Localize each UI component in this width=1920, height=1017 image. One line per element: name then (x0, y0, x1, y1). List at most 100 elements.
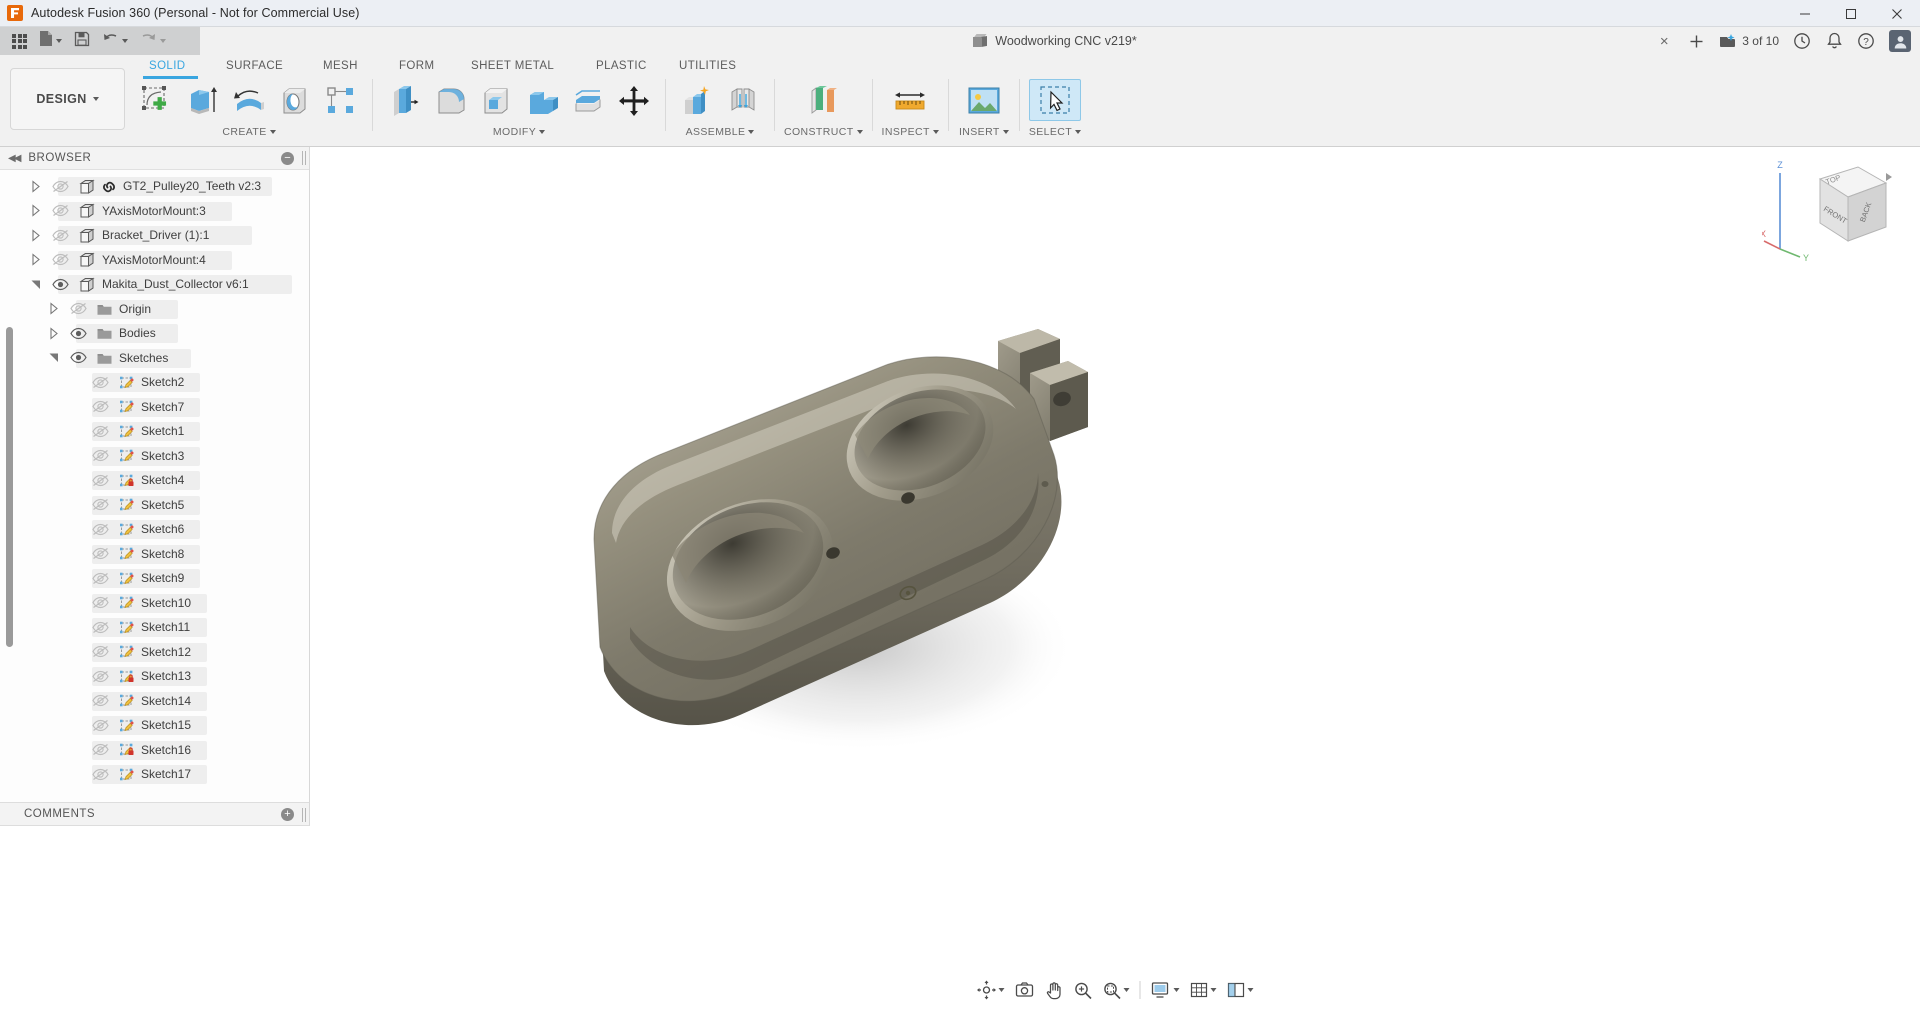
visibility-off-icon[interactable] (52, 253, 69, 266)
tab-utilities[interactable]: UTILITIES (679, 60, 736, 72)
browser-tree-row[interactable]: Sketch10 (0, 591, 309, 616)
new-file-button[interactable] (33, 27, 68, 55)
browser-tree-row[interactable]: Sketch14 (0, 689, 309, 714)
browser-tree-row[interactable]: Sketch16 (0, 738, 309, 763)
browser-options-button[interactable]: − (281, 152, 294, 165)
visibility-off-icon[interactable] (92, 694, 109, 707)
tab-solid[interactable]: SOLID (149, 60, 186, 72)
tab-plastic[interactable]: PLASTIC (596, 60, 647, 72)
account-button[interactable] (1882, 27, 1918, 55)
cube-faces[interactable]: TOP FRONT BACK (1818, 166, 1888, 242)
collapse-icon[interactable]: ◀◀ (8, 153, 21, 164)
visibility-off-icon[interactable] (92, 743, 109, 756)
browser-tree-row[interactable]: Sketch15 (0, 713, 309, 738)
redo-button[interactable] (134, 27, 172, 55)
visibility-off-icon[interactable] (92, 645, 109, 658)
create-group-label[interactable]: CREATE (222, 126, 276, 138)
new-component-button[interactable] (675, 79, 719, 123)
browser-tree-row[interactable]: Sketch3 (0, 444, 309, 469)
browser-tree-row[interactable]: Sketch17 (0, 762, 309, 787)
browser-tree-row[interactable]: Sketch6 (0, 517, 309, 542)
rectangular-pattern-button[interactable] (319, 79, 363, 123)
cad-model-dust-collector[interactable] (590, 327, 1150, 807)
browser-tree-row[interactable]: Sketch8 (0, 542, 309, 567)
visibility-off-icon[interactable] (92, 547, 109, 560)
undo-button[interactable] (96, 27, 134, 55)
construct-group-label[interactable]: CONSTRUCT (784, 126, 863, 138)
visibility-on-icon[interactable] (52, 278, 69, 291)
orbit-button[interactable] (972, 976, 1010, 1004)
add-comment-button[interactable]: + (281, 808, 294, 821)
inspect-group-label[interactable]: INSPECT (882, 126, 939, 138)
create-sketch-button[interactable] (135, 79, 179, 123)
view-cube[interactable]: Z X Y TOP FRONT BACK (1762, 157, 1892, 277)
browser-tree-row[interactable]: Sketch5 (0, 493, 309, 518)
revolve-button[interactable] (227, 79, 271, 123)
zoom-button[interactable] (1069, 976, 1098, 1004)
zoom-window-button[interactable] (1098, 976, 1135, 1004)
select-group-label[interactable]: SELECT (1029, 126, 1082, 138)
insert-group-label[interactable]: INSERT (959, 126, 1009, 138)
browser-tree-row[interactable]: Sketch2 (0, 370, 309, 395)
workspace-selector[interactable]: DESIGN (10, 68, 125, 130)
visibility-off-icon[interactable] (92, 449, 109, 462)
offset-face-button[interactable] (566, 79, 610, 123)
browser-tree-row[interactable]: Sketch9 (0, 566, 309, 591)
fillet-button[interactable] (428, 79, 472, 123)
visibility-off-icon[interactable] (92, 596, 109, 609)
visibility-off-icon[interactable] (52, 204, 69, 217)
visibility-on-icon[interactable] (70, 327, 87, 340)
visibility-off-icon[interactable] (92, 621, 109, 634)
help-button[interactable]: ? (1850, 27, 1882, 55)
shell-button[interactable] (474, 79, 518, 123)
visibility-off-icon[interactable] (52, 229, 69, 242)
browser-tree-row[interactable]: GT2_Pulley20_Teeth v2:3 (0, 174, 309, 199)
pan-button[interactable] (1040, 976, 1069, 1004)
job-status-button[interactable]: 3 of 10 (1712, 27, 1786, 55)
press-pull-button[interactable] (382, 79, 426, 123)
browser-tree-row[interactable]: YAxisMotorMount:4 (0, 248, 309, 273)
recent-activity-button[interactable] (1786, 27, 1818, 55)
extrude-button[interactable] (181, 79, 225, 123)
visibility-off-icon[interactable] (92, 376, 109, 389)
tab-mesh[interactable]: MESH (323, 60, 358, 72)
browser-tree-row[interactable]: Origin (0, 297, 309, 322)
browser-tree-row[interactable]: Sketches (0, 346, 309, 371)
select-button[interactable] (1028, 79, 1081, 121)
visibility-off-icon[interactable] (92, 474, 109, 487)
comments-drag-handle[interactable] (302, 808, 306, 822)
browser-tree-row[interactable]: Makita_Dust_Collector v6:1 (0, 272, 309, 297)
new-document-button[interactable] (1680, 27, 1712, 55)
viewport-canvas[interactable]: Z X Y TOP FRONT BACK (310, 147, 1920, 1017)
browser-tree-row[interactable]: Bodies (0, 321, 309, 346)
viewports-button[interactable] (1222, 976, 1259, 1004)
look-at-button[interactable] (1010, 976, 1040, 1004)
visibility-off-icon[interactable] (92, 768, 109, 781)
combine-button[interactable] (520, 79, 564, 123)
tab-sheet-metal[interactable]: SHEET METAL (471, 60, 554, 72)
visibility-off-icon[interactable] (52, 180, 69, 193)
offset-plane-button[interactable] (797, 79, 849, 123)
browser-tree-row[interactable]: Sketch12 (0, 640, 309, 665)
joint-button[interactable] (721, 79, 765, 123)
minimize-button[interactable] (1782, 0, 1828, 27)
modify-group-label[interactable]: MODIFY (493, 126, 546, 138)
browser-scrollbar[interactable] (6, 327, 13, 647)
visibility-off-icon[interactable] (92, 572, 109, 585)
tab-form[interactable]: FORM (399, 60, 434, 72)
visibility-off-icon[interactable] (92, 400, 109, 413)
browser-tree-row[interactable]: Sketch1 (0, 419, 309, 444)
visibility-off-icon[interactable] (70, 302, 87, 315)
close-button[interactable] (1874, 0, 1920, 27)
browser-tree-row[interactable]: YAxisMotorMount:3 (0, 199, 309, 224)
maximize-button[interactable] (1828, 0, 1874, 27)
display-settings-button[interactable] (1146, 976, 1185, 1004)
assemble-group-label[interactable]: ASSEMBLE (686, 126, 755, 138)
visibility-on-icon[interactable] (70, 351, 87, 364)
hole-button[interactable] (273, 79, 317, 123)
move-copy-button[interactable] (612, 79, 656, 123)
measure-button[interactable] (884, 79, 936, 123)
visibility-off-icon[interactable] (92, 425, 109, 438)
visibility-off-icon[interactable] (92, 670, 109, 683)
visibility-off-icon[interactable] (92, 719, 109, 732)
